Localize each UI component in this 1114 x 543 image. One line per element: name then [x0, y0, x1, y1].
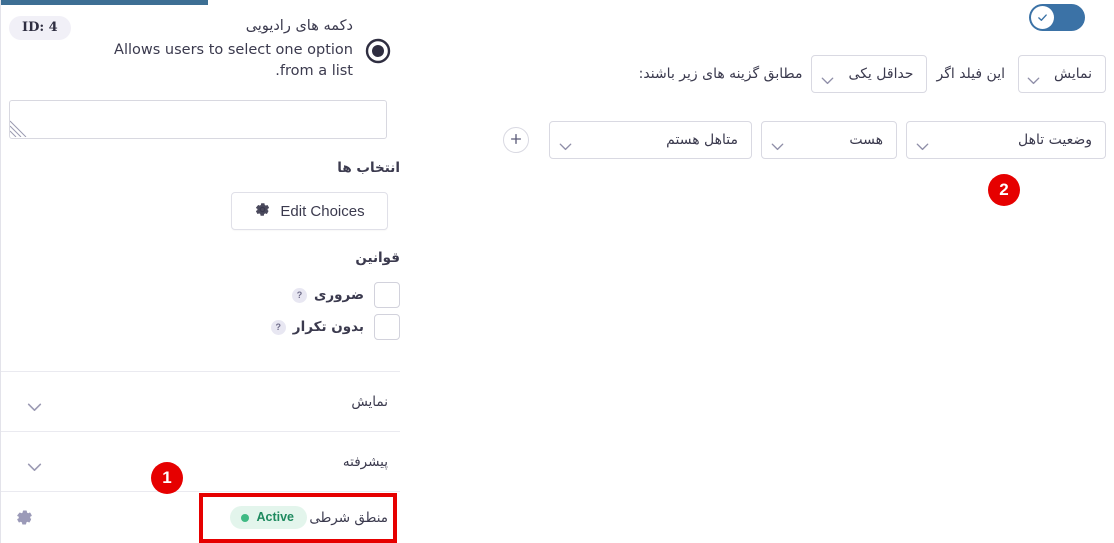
- plus-icon: [509, 131, 523, 150]
- gear-icon[interactable]: [15, 508, 34, 527]
- condition-value-select[interactable]: متاهل هستم: [549, 121, 752, 159]
- accordion-display-label: نمایش: [351, 393, 388, 410]
- choices-section-label: انتخاب ها: [337, 160, 400, 176]
- conditional-logic-row[interactable]: منطق شرطی Active: [1, 491, 400, 543]
- screenshot-root: ID: 4 دکمه های رادیویی Allows users to s…: [0, 0, 1114, 543]
- field-id-badge: ID: 4: [9, 16, 71, 40]
- chevron-down-icon: [771, 136, 784, 151]
- conditional-logic-label: منطق شرطی: [309, 509, 388, 526]
- condition-operator-value: هست: [849, 132, 883, 148]
- field-type-title: دکمه های رادیویی: [245, 18, 353, 34]
- chevron-down-icon: [559, 136, 572, 151]
- rule-row-no-duplicates: بدون تکرار ?: [12, 314, 400, 340]
- required-help-icon[interactable]: ?: [292, 287, 308, 303]
- condition-match-value: حداقل یکی: [848, 66, 914, 82]
- required-label: ضروری: [314, 287, 364, 303]
- conditional-logic-editor: نمایش این فیلد اگر حداقل یکی مطابق گزینه…: [400, 0, 1114, 543]
- accordion-advanced[interactable]: پیشرفته: [1, 431, 400, 491]
- toggle-knob: [1031, 6, 1054, 29]
- accordion-display[interactable]: نمایش: [1, 371, 400, 431]
- edit-choices-label: Edit Choices: [280, 202, 365, 220]
- condition-match-select[interactable]: حداقل یکی: [811, 55, 928, 93]
- chevron-down-icon: [27, 457, 42, 472]
- chevron-down-icon: [916, 136, 929, 151]
- field-header: ID: 4 دکمه های رادیویی Allows users to s…: [1, 12, 401, 92]
- condition-field-value: وضعیت تاهل: [1018, 132, 1092, 148]
- condition-action-value: نمایش: [1053, 66, 1092, 82]
- radio-button-icon: [365, 38, 391, 64]
- gear-icon: [254, 201, 271, 222]
- condition-operator-select[interactable]: هست: [761, 121, 897, 159]
- no-duplicates-help-icon[interactable]: ?: [270, 319, 286, 335]
- field-settings-panel: ID: 4 دکمه های رادیویی Allows users to s…: [0, 0, 400, 543]
- required-checkbox[interactable]: [374, 282, 400, 308]
- field-title-group: دکمه های رادیویی Allows users to select …: [93, 12, 353, 82]
- callout-1: 1: [151, 462, 183, 494]
- field-description-input[interactable]: [9, 100, 387, 139]
- no-duplicates-checkbox[interactable]: [374, 314, 400, 340]
- panel-accent-bar: [1, 0, 208, 5]
- condition-connector-text: این فیلد اگر: [936, 66, 1005, 82]
- status-dot-icon: [241, 513, 250, 522]
- chevron-down-icon: [821, 70, 834, 85]
- conditional-logic-toggle[interactable]: [1029, 4, 1085, 31]
- condition-field-select[interactable]: وضعیت تاهل: [906, 121, 1106, 159]
- condition-action-select[interactable]: نمایش: [1018, 55, 1106, 93]
- callout-2: 2: [988, 174, 1020, 206]
- check-icon: [1038, 14, 1047, 21]
- rules-section-label: قوانین: [355, 250, 400, 266]
- accordion-advanced-label: پیشرفته: [342, 453, 388, 470]
- condition-row: وضعیت تاهل هست متاهل هستم: [416, 120, 1106, 160]
- condition-value-value: متاهل هستم: [666, 132, 738, 148]
- chevron-down-icon: [1027, 70, 1040, 85]
- chevron-down-icon: [27, 397, 42, 412]
- edit-choices-button[interactable]: Edit Choices: [231, 192, 388, 230]
- status-badge[interactable]: Active: [230, 506, 307, 529]
- field-type-description: Allows users to select one option from a…: [114, 41, 353, 79]
- rule-row-required: ضروری ?: [12, 282, 400, 308]
- condition-suffix-text: مطابق گزینه های زیر باشند:: [638, 66, 803, 82]
- status-badge-label: Active: [256, 510, 294, 525]
- condition-header-row: نمایش این فیلد اگر حداقل یکی مطابق گزینه…: [416, 54, 1106, 94]
- add-condition-button[interactable]: [503, 127, 529, 153]
- no-duplicates-label: بدون تکرار: [292, 319, 364, 335]
